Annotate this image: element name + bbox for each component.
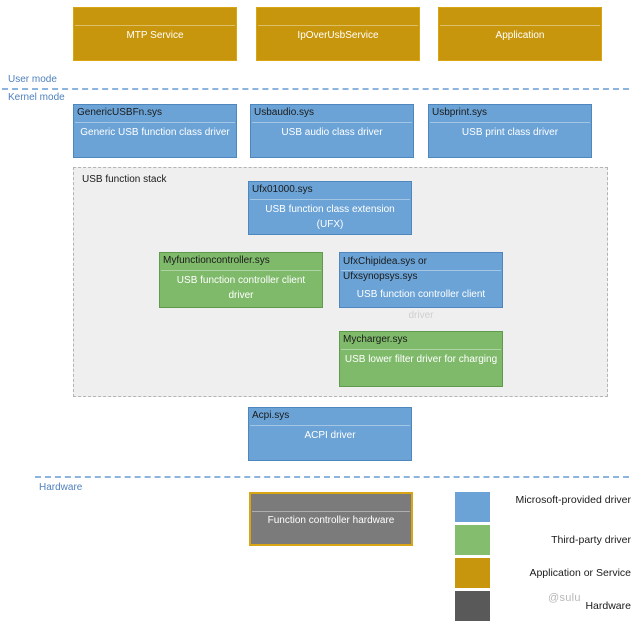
node-genericusbfn[interactable]: GenericUSBFn.sys Generic USB function cl… (73, 104, 237, 158)
user-mode-label: User mode (8, 74, 57, 85)
hardware-label: Hardware (39, 482, 83, 493)
node-desc: Function controller hardware (267, 515, 395, 526)
kernel-mode-label: Kernel mode (8, 92, 65, 103)
node-usbprint[interactable]: Usbprint.sys USB print class driver (428, 104, 592, 158)
node-usbaudio[interactable]: Usbaudio.sys USB audio class driver (250, 104, 414, 158)
legend-swatch-microsoft-driver (455, 492, 490, 522)
node-desc: Application (495, 30, 545, 41)
node-title: Usbprint.sys (432, 107, 488, 118)
node-title: Acpi.sys (252, 410, 290, 421)
node-title: GenericUSBFn.sys (77, 107, 163, 118)
node-myfunctioncontroller[interactable]: Myfunctioncontroller.sys USB function co… (159, 252, 323, 308)
node-title: Ufx01000.sys (252, 184, 313, 195)
node-desc: USB function controller client (356, 289, 486, 300)
node-desc: Generic USB function class driver (80, 127, 230, 138)
legend-item-microsoft-driver: Microsoft-provided driver (455, 492, 631, 522)
node-title: Myfunctioncontroller.sys (163, 255, 270, 266)
hardware-divider (35, 476, 629, 478)
node-desc: USB audio class driver (281, 127, 383, 138)
node-application[interactable]: Application (438, 7, 602, 61)
legend-swatch-application-or-service (455, 558, 490, 588)
legend-label-application-or-service: Application or Service (529, 567, 631, 579)
node-title: Usbaudio.sys (254, 107, 315, 118)
watermark: @sulu (548, 592, 581, 604)
legend-item-third-party-driver: Third-party driver (455, 525, 631, 555)
node-title: UfxChipidea.sys or Ufxsynopsys.sys (343, 256, 427, 282)
legend: Microsoft-provided driver Third-party dr… (455, 492, 631, 621)
node-ufxchipidea-overflow-text: driver (408, 310, 434, 321)
node-mycharger[interactable]: Mycharger.sys USB lower filter driver fo… (339, 331, 503, 387)
legend-label-microsoft-driver: Microsoft-provided driver (515, 494, 631, 506)
node-desc: USB print class driver (461, 127, 559, 138)
legend-swatch-third-party-driver (455, 525, 490, 555)
node-title: Mycharger.sys (343, 334, 408, 345)
node-desc: USB lower filter driver for charging (344, 354, 498, 365)
legend-item-application-or-service: Application or Service (455, 558, 631, 588)
node-desc: MTP Service (126, 30, 184, 41)
user-kernel-divider (2, 88, 629, 90)
node-acpi[interactable]: Acpi.sys ACPI driver (248, 407, 412, 461)
node-desc: USB function controller client driver (176, 275, 306, 301)
node-desc: ACPI driver (304, 430, 356, 441)
node-ufxchipidea[interactable]: UfxChipidea.sys or Ufxsynopsys.sys USB f… (339, 252, 503, 308)
node-function-controller-hardware[interactable]: Function controller hardware (249, 492, 413, 546)
diagram-canvas: MTP Service IpOverUsbService Application… (0, 0, 631, 621)
node-ipoverusbservice[interactable]: IpOverUsbService (256, 7, 420, 61)
node-desc: IpOverUsbService (297, 30, 379, 41)
node-desc: USB function class extension (UFX) (265, 204, 395, 230)
legend-swatch-hardware (455, 591, 490, 621)
usb-function-stack-label: USB function stack (82, 174, 167, 185)
node-mtp-service[interactable]: MTP Service (73, 7, 237, 61)
node-ufx01000[interactable]: Ufx01000.sys USB function class extensio… (248, 181, 412, 235)
legend-item-hardware: Hardware (455, 591, 631, 621)
legend-label-third-party-driver: Third-party driver (551, 534, 631, 546)
